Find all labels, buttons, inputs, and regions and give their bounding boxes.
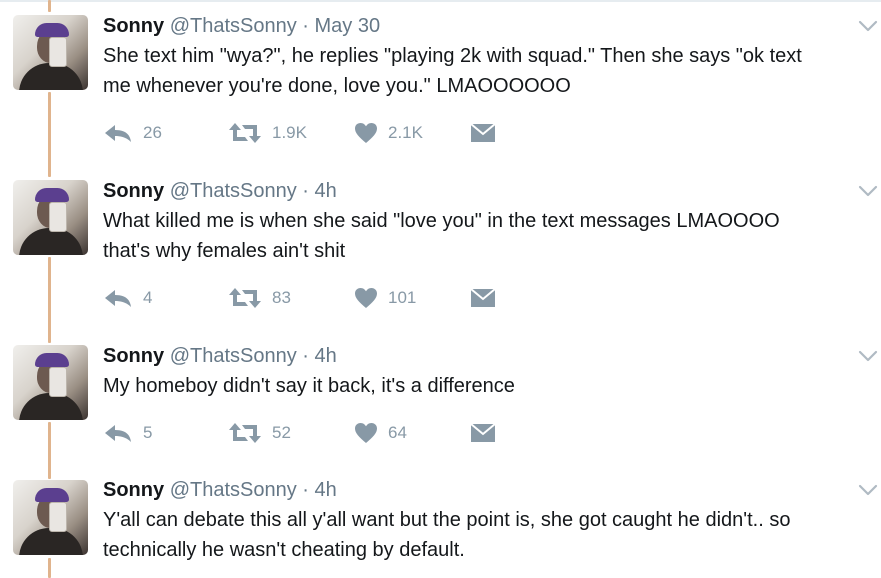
retweet-button[interactable]: 52 <box>228 421 291 445</box>
retweet-count: 52 <box>272 423 291 442</box>
reply-count: 26 <box>143 123 162 142</box>
avatar-body-shape <box>19 63 83 90</box>
timestamp[interactable]: 4h <box>315 479 337 501</box>
tweet-text-line: What killed me is when she said "love yo… <box>103 210 780 232</box>
like-count: 64 <box>388 423 407 442</box>
tweet-actions: 4 83 101 <box>103 286 543 310</box>
avatar[interactable] <box>13 15 88 90</box>
envelope-icon <box>470 423 496 442</box>
reply-count: 5 <box>143 423 153 442</box>
like-count: 2.1K <box>388 123 423 142</box>
like-button[interactable]: 64 <box>354 421 407 445</box>
direct-message-button[interactable] <box>470 121 496 145</box>
display-name[interactable]: Sonny <box>103 180 164 202</box>
timestamp[interactable]: May 30 <box>315 15 381 37</box>
avatar[interactable] <box>13 345 88 420</box>
user-handle[interactable]: @ThatsSonny <box>170 180 297 202</box>
avatar-phone-shape <box>49 202 67 232</box>
avatar-cap-shape <box>35 488 69 502</box>
tweet-text-line: me whenever you're done, love you." LMAO… <box>103 75 571 97</box>
retweet-icon <box>229 423 261 443</box>
tweet-text-line: Y'all can debate this all y'all want but… <box>103 509 791 531</box>
top-border <box>0 0 881 2</box>
direct-message-button[interactable] <box>470 286 496 310</box>
chevron-down-icon[interactable] <box>858 483 878 497</box>
tweet-text: She text him "wya?", he replies "playing… <box>103 41 863 101</box>
separator: · <box>302 479 309 501</box>
avatar-phone-shape <box>49 367 67 397</box>
tweet[interactable]: Sonny @ThatsSonny · 4h Y'all can debate … <box>103 478 863 565</box>
user-handle[interactable]: @ThatsSonny <box>170 15 297 37</box>
retweet-count: 1.9K <box>272 123 307 142</box>
heart-icon <box>355 123 377 143</box>
thread-line <box>48 92 51 177</box>
timestamp[interactable]: 4h <box>315 345 337 367</box>
chevron-down-icon[interactable] <box>858 19 878 33</box>
avatar[interactable] <box>13 480 88 555</box>
tweet-text: Y'all can debate this all y'all want but… <box>103 505 863 565</box>
avatar-cap-shape <box>35 353 69 367</box>
reply-button[interactable]: 26 <box>103 121 162 145</box>
thread-line <box>48 257 51 343</box>
user-handle[interactable]: @ThatsSonny <box>170 345 297 367</box>
separator: · <box>302 180 309 202</box>
thread-line <box>48 558 51 578</box>
direct-message-button[interactable] <box>470 421 496 445</box>
tweet[interactable]: Sonny @ThatsSonny · 4h What killed me is… <box>103 179 863 266</box>
avatar-cap-shape <box>35 23 69 37</box>
tweet-header: Sonny @ThatsSonny · May 30 <box>103 14 863 38</box>
avatar-body-shape <box>19 228 83 255</box>
tweet-text: My homeboy didn't say it back, it's a di… <box>103 371 863 401</box>
like-button[interactable]: 101 <box>354 286 416 310</box>
tweet[interactable]: Sonny @ThatsSonny · 4h My homeboy didn't… <box>103 344 863 401</box>
like-count: 101 <box>388 288 417 307</box>
heart-icon <box>355 288 377 308</box>
tweet-text: What killed me is when she said "love yo… <box>103 206 863 266</box>
separator: · <box>302 15 309 37</box>
avatar-cap-shape <box>35 188 69 202</box>
reply-button[interactable]: 5 <box>103 421 152 445</box>
reply-icon <box>105 425 131 442</box>
retweet-count: 83 <box>272 288 291 307</box>
envelope-icon <box>470 288 496 307</box>
timestamp[interactable]: 4h <box>315 180 337 202</box>
reply-icon <box>105 125 131 142</box>
thread-line <box>48 0 51 12</box>
chevron-down-icon[interactable] <box>858 349 878 363</box>
thread-line <box>48 422 51 479</box>
tweet[interactable]: Sonny @ThatsSonny · May 30 She text him … <box>103 14 863 101</box>
retweet-button[interactable]: 83 <box>228 286 291 310</box>
reply-count: 4 <box>143 288 153 307</box>
tweet-header: Sonny @ThatsSonny · 4h <box>103 179 863 203</box>
retweet-icon <box>229 288 261 308</box>
like-button[interactable]: 2.1K <box>354 121 423 145</box>
avatar-phone-shape <box>49 37 67 67</box>
reply-button[interactable]: 4 <box>103 286 152 310</box>
retweet-icon <box>229 123 261 143</box>
heart-icon <box>355 423 377 443</box>
reply-icon <box>105 290 131 307</box>
tweet-header: Sonny @ThatsSonny · 4h <box>103 478 863 502</box>
tweet-actions: 26 1.9K 2.1K <box>103 121 543 145</box>
retweet-button[interactable]: 1.9K <box>228 121 307 145</box>
envelope-icon <box>470 123 496 142</box>
tweet-actions: 5 52 64 <box>103 421 543 445</box>
tweet-text-line: My homeboy didn't say it back, it's a di… <box>103 375 515 397</box>
tweet-text-line: She text him "wya?", he replies "playing… <box>103 45 802 67</box>
separator: · <box>302 345 309 367</box>
tweet-text-line: technically he wasn't cheating by defaul… <box>103 539 465 561</box>
user-handle[interactable]: @ThatsSonny <box>170 479 297 501</box>
tweet-text-line: that's why females ain't shit <box>103 240 346 262</box>
display-name[interactable]: Sonny <box>103 345 164 367</box>
display-name[interactable]: Sonny <box>103 479 164 501</box>
tweet-header: Sonny @ThatsSonny · 4h <box>103 344 863 368</box>
avatar[interactable] <box>13 180 88 255</box>
chevron-down-icon[interactable] <box>858 184 878 198</box>
avatar-phone-shape <box>49 502 67 532</box>
avatar-body-shape <box>19 528 83 555</box>
avatar-body-shape <box>19 393 83 420</box>
display-name[interactable]: Sonny <box>103 15 164 37</box>
